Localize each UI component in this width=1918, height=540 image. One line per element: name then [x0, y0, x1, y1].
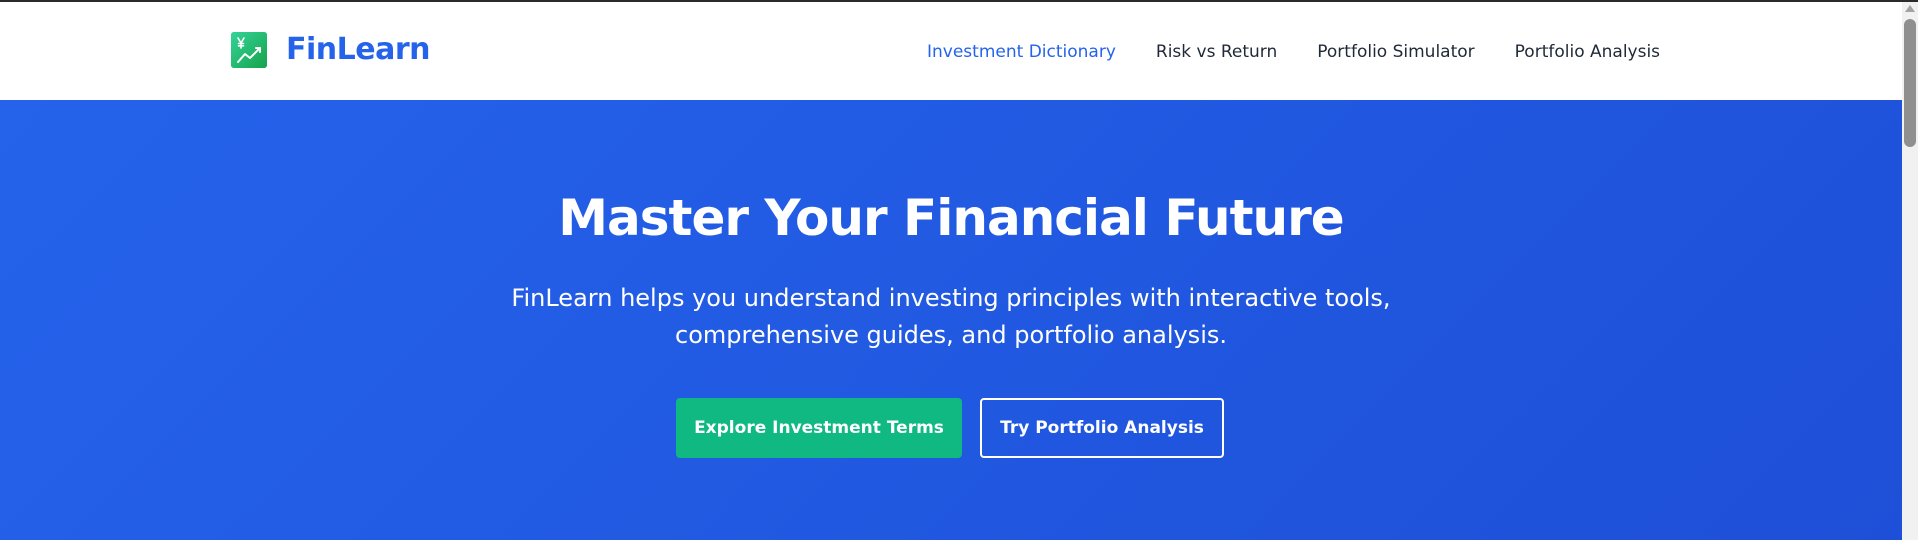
page: FinLearn Investment Dictionary Risk vs R…: [0, 2, 1902, 540]
main-nav: Investment Dictionary Risk vs Return Por…: [927, 40, 1660, 64]
nav-link-investment-dictionary[interactable]: Investment Dictionary: [927, 40, 1116, 64]
explore-investment-terms-button[interactable]: Explore Investment Terms: [676, 398, 962, 458]
scroll-up-arrow-icon[interactable]: [1905, 5, 1915, 12]
try-portfolio-analysis-button[interactable]: Try Portfolio Analysis: [980, 398, 1224, 458]
nav-link-portfolio-simulator[interactable]: Portfolio Simulator: [1317, 40, 1474, 64]
hero-title: Master Your Financial Future: [558, 189, 1344, 247]
navbar: FinLearn Investment Dictionary Risk vs R…: [0, 2, 1902, 100]
hero-description: FinLearn helps you understand investing …: [511, 284, 1391, 349]
hero-section: Master Your Financial Future FinLearn he…: [0, 100, 1902, 540]
nav-link-risk-vs-return[interactable]: Risk vs Return: [1156, 40, 1277, 64]
nav-link-portfolio-analysis[interactable]: Portfolio Analysis: [1515, 40, 1660, 64]
scrollbar-thumb[interactable]: [1904, 19, 1916, 147]
yen-growth-chart-icon: [231, 32, 267, 68]
brand-logo-link[interactable]: FinLearn: [231, 30, 431, 70]
brand-name: FinLearn: [286, 32, 431, 67]
vertical-scrollbar[interactable]: [1902, 2, 1918, 540]
browser-viewport: FinLearn Investment Dictionary Risk vs R…: [0, 0, 1918, 540]
